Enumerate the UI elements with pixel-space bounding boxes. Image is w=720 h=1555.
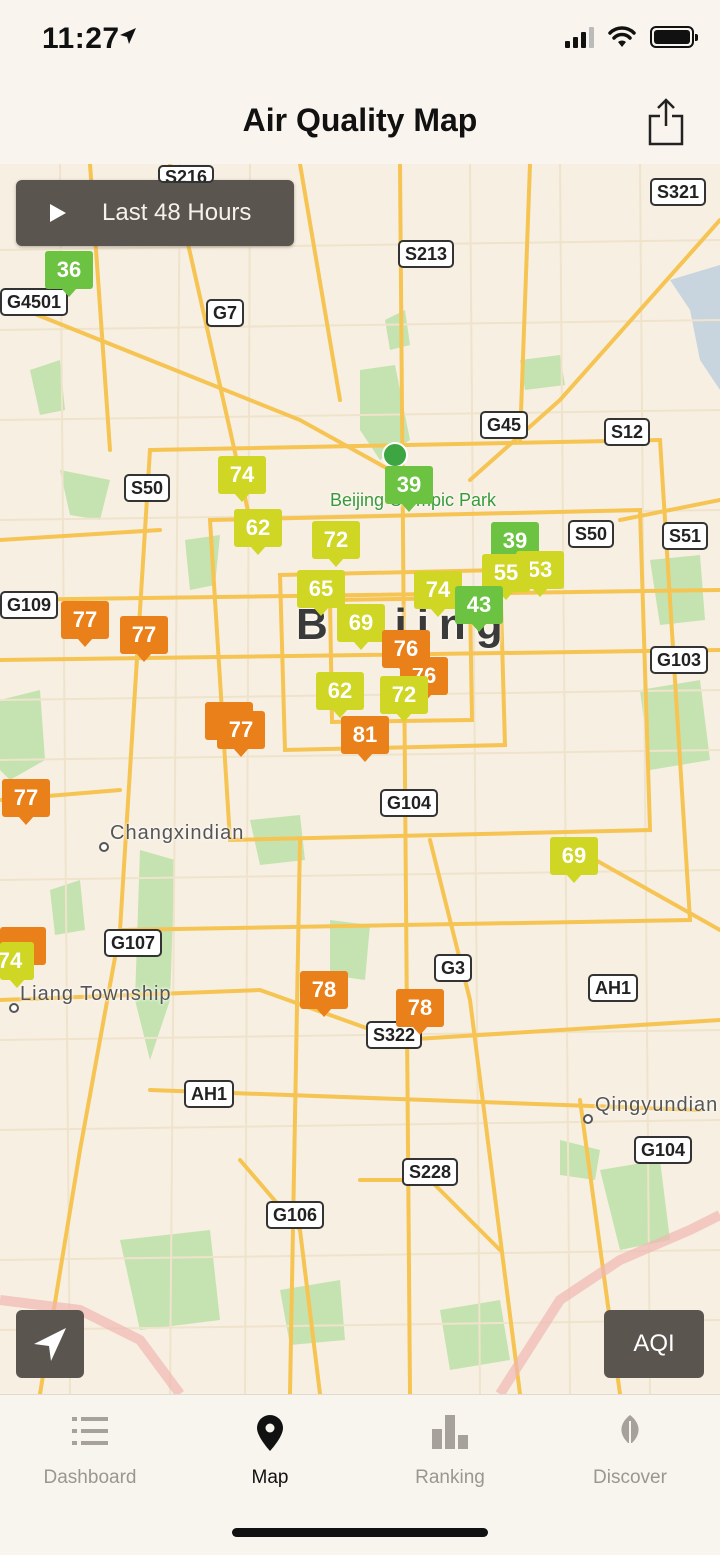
aqi-marker[interactable]: 43 (455, 586, 503, 632)
road-shield: S216 (158, 165, 215, 183)
road-shield: G104 (634, 1136, 693, 1164)
place-label-changxindian: Changxindian (110, 822, 245, 844)
aqi-marker[interactable]: 76 (382, 630, 430, 676)
list-icon (72, 1417, 108, 1445)
aqi-marker[interactable]: 72 (380, 676, 428, 722)
tab-label: Dashboard (43, 1467, 137, 1488)
map-base (0, 164, 720, 1394)
aqi-marker[interactable]: 74 (0, 942, 34, 988)
playback-label: Last 48 Hours (102, 199, 252, 226)
tab-ranking[interactable]: Ranking (360, 1395, 540, 1505)
tab-discover[interactable]: Discover (540, 1395, 720, 1505)
aqi-marker[interactable]: 77 (2, 779, 50, 825)
battery-icon (650, 26, 698, 48)
road-shield: G7 (206, 299, 245, 327)
road-shield: G104 (380, 789, 439, 817)
road-shield: G103 (650, 646, 709, 674)
road-shield: AH1 (588, 974, 639, 1002)
aqi-marker[interactable]: 77 (61, 601, 109, 647)
road-shield: G106 (266, 1201, 325, 1229)
home-indicator[interactable] (232, 1528, 488, 1537)
air-quality-map[interactable] (0, 164, 720, 1394)
aqi-marker[interactable]: 62 (316, 672, 364, 718)
park-pin-icon (382, 442, 408, 468)
road-shield: G45 (480, 411, 529, 439)
place-label-liang: Liang Township (20, 983, 172, 1005)
place-dot (99, 842, 109, 852)
playback-control[interactable]: Last 48 Hours (16, 180, 294, 246)
leaf-icon (621, 1415, 639, 1451)
place-dot (9, 1003, 19, 1013)
road-shield: S50 (124, 474, 171, 502)
road-shield: G3 (434, 954, 473, 982)
bar-chart-icon (432, 1415, 468, 1449)
aqi-marker[interactable]: 69 (337, 604, 385, 650)
aqi-marker[interactable]: 77 (217, 711, 265, 757)
page-title: Air Quality Map (242, 102, 478, 138)
road-shield: G107 (104, 929, 163, 957)
location-arrow-icon (34, 1328, 66, 1361)
aqi-marker[interactable]: 36 (45, 251, 93, 297)
tab-label: Map (251, 1467, 289, 1488)
status-bar: 11:27 (0, 0, 720, 80)
aqi-marker[interactable]: 77 (120, 616, 168, 662)
tab-dashboard[interactable]: Dashboard (0, 1395, 180, 1505)
road-shield: AH1 (184, 1080, 235, 1108)
road-shield: G109 (0, 591, 59, 619)
aqi-marker[interactable]: 39 (385, 466, 433, 512)
aqi-legend-button[interactable]: AQI (604, 1310, 704, 1378)
tab-map[interactable]: Map (180, 1395, 360, 1505)
location-arrow-icon (120, 28, 136, 44)
aqi-marker[interactable]: 78 (396, 989, 444, 1035)
map-pin-icon (257, 1415, 283, 1451)
status-time: 11:27 (42, 22, 120, 55)
aqi-marker[interactable]: 72 (312, 521, 360, 567)
navigation-bar: Air Quality Map (0, 80, 720, 165)
aqi-marker[interactable]: 81 (341, 716, 389, 762)
locate-button[interactable] (16, 1310, 84, 1378)
aqi-marker[interactable]: 69 (550, 837, 598, 883)
place-label-qingyundian: Qingyundian (595, 1094, 719, 1116)
share-icon[interactable] (648, 96, 684, 146)
aqi-marker[interactable]: 65 (297, 570, 345, 616)
road-shield: S50 (568, 520, 615, 548)
tab-label: Ranking (415, 1467, 485, 1488)
road-shield: S321 (650, 178, 707, 206)
road-shield: G4501 (0, 288, 69, 316)
road-shield: S12 (604, 418, 651, 446)
place-dot (583, 1114, 593, 1124)
play-icon (50, 204, 66, 222)
tab-label: Discover (593, 1467, 667, 1488)
wifi-icon (608, 26, 636, 47)
cellular-signal-icon (565, 26, 594, 48)
road-shield: S51 (662, 522, 709, 550)
aqi-marker[interactable]: 74 (218, 456, 266, 502)
aqi-marker[interactable]: 78 (300, 971, 348, 1017)
road-shield: S228 (402, 1158, 459, 1186)
aqi-marker[interactable]: 62 (234, 509, 282, 555)
road-shield: S213 (398, 240, 455, 268)
